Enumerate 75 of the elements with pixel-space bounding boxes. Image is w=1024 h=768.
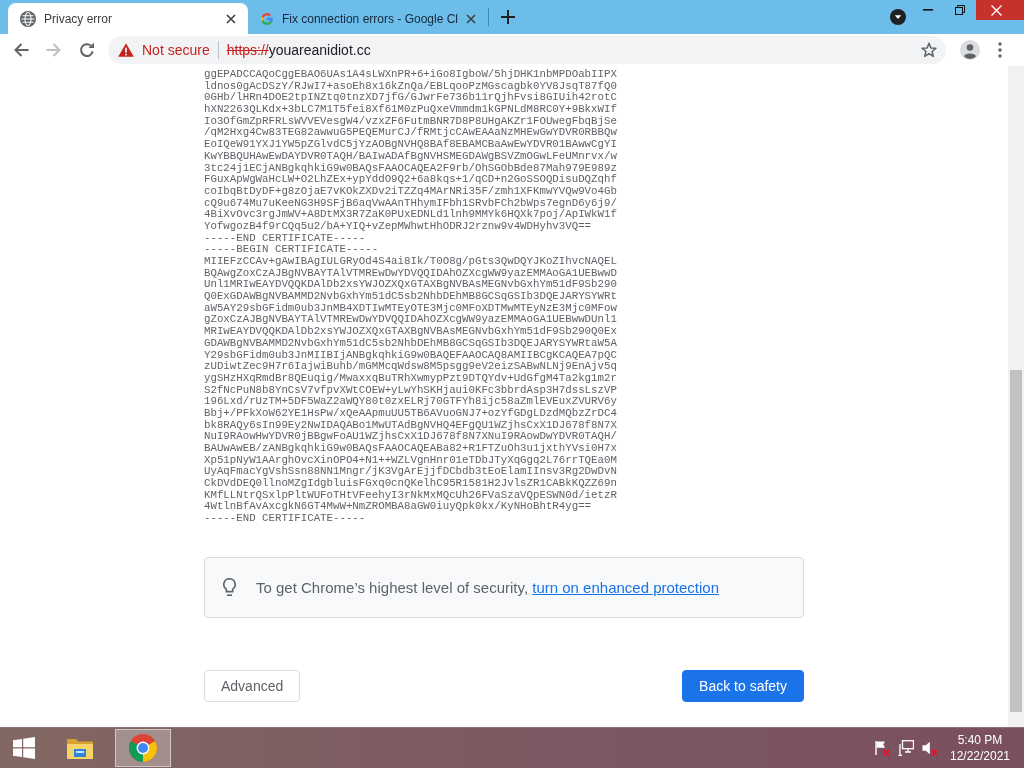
close-icon[interactable]: [226, 13, 236, 24]
reload-icon[interactable]: [79, 42, 95, 58]
browser-tab[interactable]: Fix connection errors - Google Cl: [248, 3, 488, 34]
url-text[interactable]: https://youareanidiot.cc: [226, 42, 371, 58]
certificate-line: 4BiXvOvc3rgJmWV+A8DtMX3R7ZaK0PUxEDNLd1lnh9MMYk6HQXk7poj/ApIWkW1f: [204, 209, 617, 221]
enhanced-protection-link[interactable]: turn on enhanced protection: [532, 578, 720, 596]
certificate-line: Io3OfGmZpRFRLsWVVEVesgW4/vzxZF6FutmBNR7D8P8UHgAKZr1FOUwegFbqBjSe: [204, 115, 617, 127]
clock-time: 5:40 PM: [957, 732, 1003, 748]
certificate-line: CkDVdDEQ0llnoMZgIdgbluisFGxq0cnQKelhC95R1581H2JvlsZR1CABkKQZZ69n: [204, 478, 617, 490]
certificate-line: bk8RAQy6sIn99Ey2NwIDAQABo1MwUTAdBgNVHQ4EFgQU1WZjhsCxX1DJ678f8N7X: [204, 419, 617, 431]
certificate-line: ldnos0gAcDSzY/RJwI7+asoEh8x16kZnQa/EBLqooPzMGscagbk0YV8JsqT87fQ0: [204, 80, 617, 92]
start-icon[interactable]: [13, 737, 35, 759]
security-status[interactable]: Not secure: [142, 42, 210, 58]
scrollbar-thumb[interactable]: [1010, 370, 1022, 712]
certificate-line: GDAWBgNVBAMMD2NvbGxhYm51dC5sb2NhbDEhMB8GCSqGSIb3DQEJARYSYWRtaW5A: [204, 337, 617, 350]
certificate-line: NuI9RAowHwYDVR0jBBgwFoAU1WZjhsCxX1DJ678f8N7XNuI9RAowDwYDVR0TAQH/: [204, 431, 617, 443]
certificate-line: MIIEFzCCAv+gAwIBAgIULGRyOd4S4ai8Ik/T0O8g/pGts3QwDQYJKoZIhvcNAQEL: [204, 256, 617, 268]
scrollbar-track[interactable]: [1008, 66, 1024, 727]
certificate-line: 4WtlnBfAvAxcgkN6GT4MwW+NmZROMBA8aGW0iuyQpk0kx/KyNHoBhtR4yg==: [204, 501, 592, 514]
taskbar-button[interactable]: [115, 729, 171, 767]
muted-speaker-icon[interactable]: [922, 740, 938, 756]
certificate-line: BAUwAwEB/zANBgkqhkiG9w0BAQsFAAOCAQEABa82+R1FTZuOh3u1jxthYVsi0H7x: [204, 443, 617, 455]
certificate-line: BQAwgZoxCzAJBgNVBAYTAlVTMREwDwYDVQQIDAhOZXcgWW9yazEMMAoGA1UEBwwD: [204, 267, 617, 279]
menu-icon[interactable]: [998, 42, 1002, 58]
certificate-line: -----END CERTIFICATE-----: [204, 232, 366, 245]
certificate-line: MRIwEAYDVQQKDAlDb2xsYWJOZXQxGTAXBgNVBAsMEGNvbGxhYm51dF9Sb290Q0Ex: [204, 326, 617, 338]
certificate-line: aW5AY29sbGFidm0ub3JnMB4XDTIwMTEyOTE3Mjc0MFoXDTMwMTEyNzE3Mjc0MFow: [204, 302, 617, 314]
lightbulb-icon: [223, 577, 236, 597]
advanced-button[interactable]: Advanced: [204, 669, 301, 702]
certificate-line: Unl1MRIwEAYDVQQKDAlDb2xsYWJOZXQxGTAXBgNVBAsMEGNvbGxhYm51dF9Sb290: [204, 279, 617, 291]
back-to-safety-button[interactable]: Back to safety: [682, 669, 804, 702]
certificate-line: gZoxCzAJBgNVBAYTAlVTMREwDwYDVQQIDAhOZXcgWW9yazEMMAoGA1UEBwwDUnl1: [204, 314, 617, 326]
certificate-line: KwYBBQUHAwEwDAYDVR0TAQH/BAIwADAfBgNVHSMEGDAWgBSVZmOGwLFeUMnrvx/w: [204, 150, 617, 163]
certificate-line: S2fNcPuN8b8YnCsV7vfpvXWtCOEW+yLwYhSKHjaui0KFc3bbrdAsp3H7dssLszVP: [204, 384, 617, 396]
certificate-line: 0GHb/lHRn4DOE2tpINZtq0tnzXD7jfG/GJwrFe736b11rQjhFvsi8GIUih42rotC: [204, 92, 617, 104]
network-icon[interactable]: [898, 740, 914, 756]
dropdown-icon[interactable]: [890, 9, 906, 25]
certificate-line: 196Lxd/rUzTM+5DF5WaZ2aWQY80t0zxELRj70GTFYh8ijc58aZmlEVEuxZVURV6y: [204, 396, 617, 408]
warning-icon[interactable]: [118, 43, 134, 57]
globe-icon: [20, 10, 36, 27]
back-icon[interactable]: [13, 42, 29, 58]
certificate-line: ggEPADCCAQoCggEBAO6UAs1A4sLWXnPR+6+iGo8IgboW/5hjDHK1nbMPDOabIIPX: [204, 69, 617, 81]
certificate-line: cQ9u674Mu7uKeeNG3H9SFjB6aqVwAAnTHhymIFbh1SRvbFCh2bWps7egnD6y6j9/: [204, 197, 617, 209]
certificate-line: /qM2Hxg4Cw83TEG82awwuG5PEQEMurCJ/fRMtjcCAwEAAaNzMHEwGwYDVR0RBBQw: [204, 127, 617, 139]
star-icon[interactable]: [921, 42, 937, 58]
profile-icon[interactable]: [960, 40, 980, 60]
clock-date: 12/22/2021: [949, 748, 1011, 764]
g-logo-icon: [260, 10, 274, 27]
certificate-line: UyAqFmacYgVshSsn88NN1Mngr/jK3VgArEjjfDCbdb3tEoElamIInsv3Rg2DwDvN: [204, 466, 617, 478]
tip-text: To get Chrome’s highest level of security, turn on enhanced protection: [256, 578, 720, 596]
close-icon[interactable]: [466, 13, 476, 24]
close-icon: [991, 4, 1002, 16]
browser-icon: [129, 734, 157, 762]
certificate-line: Bbj+/PFkXoW62YE1HsPw/xQeAApmuUU5TB6AVuoGNJ7+ozYfGDgLDzdMQbzZrDC4: [204, 407, 617, 420]
certificate-line: zUDiwtZec9H7r6IajwiBuhb/mGMMcqWdsw8M5psgg9eV2eizSABwNLNj9EnAjv5q: [204, 361, 617, 373]
certificate-line: Q0ExGDAWBgNVBAMMD2NvbGxhYm51dC5sb2NhbDEhMB8GCSqGSIb3DQEJARYSYWRt: [204, 291, 617, 303]
certificate-line: -----END CERTIFICATE-----: [204, 513, 366, 525]
certificate-line: 3tc24j1ECjANBgkqhkiG9w0BAQsFAAOCAQEA2F9rb/OhSGObBde87Mah979E989z: [204, 162, 617, 174]
certificate-line: Xp51pNyW1AArghOvcXinOPO4+N1++WZLVgnHnr01eTDbJTyXqGgq2L76rrTQEa0M: [204, 454, 617, 466]
certificate-line: hXN2263QLKdx+3bLC7M1T5fei8Xf61M0zPuQxeVmmdm1kGPNLdM8RC0Y+9BkxWIf: [204, 104, 617, 116]
browser-tab[interactable]: Privacy error: [8, 3, 248, 34]
certificate-line: ygSHzHXqRmdBr8QEuqig/MwaxxqBuTRhXwmypPzt9DTQYdv+UdGfgM4Ta2kg1m2r: [204, 372, 617, 385]
certificate-line: KMfLLNtrQSxlpPltWUFoTHtVFeehyI3rNkMxMQcUh26FVaSzaVQpESWN0d/ietzR: [204, 489, 617, 501]
folder-icon: [66, 736, 94, 760]
restore-icon[interactable]: [955, 5, 965, 15]
certificate-line: -----BEGIN CERTIFICATE-----: [204, 244, 379, 256]
certificate-line: EoIQeW91YXJ1YW5pZGlvdC5jYzAOBgNVHQ8BAf8EBAMCBaAwEwYDVR01BAwwCgYI: [204, 139, 617, 151]
certificate-line: coIbqBtDyDF+g8zOjaE7vKOkZXDv2iTZZq4MArNRi35F/zmh1XFKmwYVQw9Vo4Gb: [204, 185, 617, 198]
close-window-button[interactable]: [976, 0, 1024, 20]
certificate-line: YofwgozB4f9rCQq5u2/bA+YIQ+vZepMWhwtHhODRJ2rznw9v4WDHyhv3VQ==: [204, 220, 592, 233]
certificate-line: FGuxApWgWaHcLW+O2LhZEx+ypYddO9Q2+6a8kqs+1/qCD+n2GoSSOQDisuDQZqhf: [204, 174, 617, 186]
plus-icon[interactable]: [501, 10, 515, 24]
flag-icon[interactable]: [874, 740, 890, 756]
address-bar[interactable]: Not secure https://youareanidiot.cc: [108, 36, 946, 64]
certificate-line: Y29sbGFidm0ub3JnMIIBIjANBgkqhkiG9w0BAQEFAAOCAQ8AMIIBCgKCAQEA7pQC: [204, 349, 617, 361]
